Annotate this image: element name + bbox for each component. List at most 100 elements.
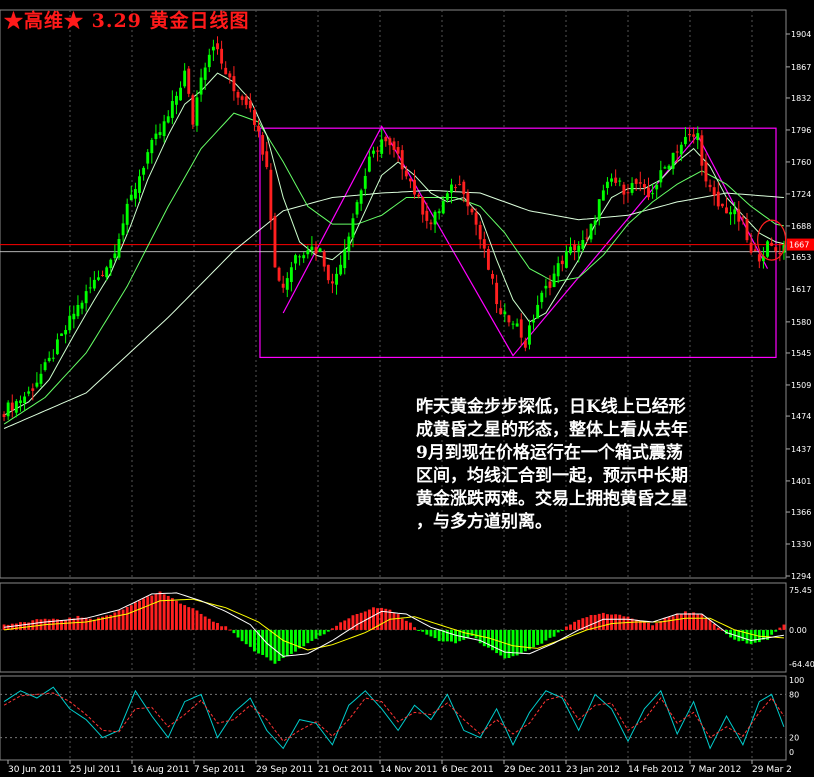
candle-bullish xyxy=(667,165,671,170)
macd-bar-positive xyxy=(700,614,704,630)
candle-bullish xyxy=(335,273,338,285)
macd-tick-label: 0.00 xyxy=(789,626,807,635)
candle-bearish xyxy=(753,249,757,252)
macd-bar-negative xyxy=(240,629,244,642)
candle-bearish xyxy=(712,187,716,196)
candle-bullish xyxy=(347,236,351,252)
candle-bearish xyxy=(548,281,552,288)
candle-bullish xyxy=(146,152,150,164)
macd-bar-positive xyxy=(191,608,195,630)
current-price-label: 1667 xyxy=(789,241,809,250)
candle-bearish xyxy=(429,222,433,225)
macd-bar-negative xyxy=(454,629,458,644)
candle-bearish xyxy=(10,402,14,411)
candle-bullish xyxy=(515,323,519,327)
candle-bullish xyxy=(88,287,92,289)
price-tick-label: 1330 xyxy=(791,540,811,549)
candle-bullish xyxy=(142,167,146,175)
price-tick-label: 1904 xyxy=(791,30,811,39)
macd-bar-positive xyxy=(179,603,182,630)
candle-bearish xyxy=(281,283,285,288)
candle-bearish xyxy=(322,251,326,267)
macd-bar-positive xyxy=(408,622,412,630)
candle-bullish xyxy=(60,333,63,336)
annotation-line: 黄金涨跌两难。交易上拥抱黄昏之星 xyxy=(416,489,688,509)
candle-bullish xyxy=(552,273,556,288)
x-tick-label: 25 Jul 2011 xyxy=(70,765,121,775)
macd-bar-negative xyxy=(281,629,285,658)
candle-bearish xyxy=(253,110,256,125)
candle-bullish xyxy=(766,241,769,257)
macd-bar-positive xyxy=(708,620,712,630)
candle-bullish xyxy=(536,304,540,319)
macd-bar-negative xyxy=(298,629,302,649)
candle-bearish xyxy=(507,315,511,323)
candle-bullish xyxy=(683,136,687,145)
candle-bearish xyxy=(585,237,589,239)
macd-bar-negative xyxy=(753,629,757,643)
annotation-line: 区间，均线汇合到一起，预示中长期 xyxy=(416,466,688,486)
candle-bullish xyxy=(84,291,88,304)
candle-bullish xyxy=(47,357,51,361)
macd-bar-positive xyxy=(712,623,716,630)
macd-bar-positive xyxy=(117,610,121,630)
annotation-text: 昨天黄金步步探低，日K线上已经形 成黄昏之星的形态，整体上看从去年 9月到现在价… xyxy=(416,396,788,534)
candle-bullish xyxy=(76,304,80,317)
candle-bullish xyxy=(659,170,663,183)
macd-bar-positive xyxy=(330,628,334,630)
macd-bar-positive xyxy=(121,609,125,630)
candle-bullish xyxy=(80,302,84,309)
macd-bar-negative xyxy=(536,629,540,645)
candle-bullish xyxy=(203,67,207,80)
candle-bullish xyxy=(133,189,137,199)
candle-bullish xyxy=(68,315,72,331)
macd-tick-label: -64.40 xyxy=(789,660,814,669)
candle-bullish xyxy=(35,382,39,387)
candle-bullish xyxy=(437,211,441,214)
macd-bar-positive xyxy=(183,605,187,630)
macd-bar-positive xyxy=(199,613,203,630)
macd-bar-positive xyxy=(372,607,375,630)
macd-bar-positive xyxy=(618,614,622,630)
candle-bearish xyxy=(466,192,470,207)
price-tick-label: 1867 xyxy=(791,63,811,72)
macd-bar-negative xyxy=(560,629,564,631)
candle-bearish xyxy=(708,184,712,188)
candle-bullish xyxy=(170,101,174,118)
candle-bullish xyxy=(355,202,359,215)
candle-bearish xyxy=(216,43,219,50)
candle-bearish xyxy=(482,239,486,249)
macd-bar-positive xyxy=(113,612,117,630)
macd-bar-positive xyxy=(92,619,96,630)
candle-bullish xyxy=(630,183,634,193)
macd-bar-negative xyxy=(318,629,322,636)
macd-bar-positive xyxy=(347,618,351,630)
macd-bar-negative xyxy=(306,629,310,644)
candle-bearish xyxy=(408,178,412,182)
macd-bar-positive xyxy=(150,595,154,630)
candle-bullish xyxy=(129,194,133,201)
candle-bearish xyxy=(458,184,462,186)
candle-bullish xyxy=(27,391,31,394)
macd-bar-positive xyxy=(170,598,174,630)
macd-bar-negative xyxy=(470,629,474,636)
candle-bullish xyxy=(618,180,622,182)
candle-bearish xyxy=(454,187,458,189)
macd-bar-negative xyxy=(248,629,252,647)
candle-bullish xyxy=(298,256,302,258)
macd-bar-negative xyxy=(244,629,248,645)
candle-bearish xyxy=(474,212,478,225)
candle-bearish xyxy=(688,133,691,136)
macd-bar-negative xyxy=(462,629,466,640)
macd-bar-positive xyxy=(220,626,224,630)
candle-bullish xyxy=(610,178,613,182)
chart-title: ★高维★ 3.29 黄金日线图 xyxy=(4,10,250,32)
candle-bullish xyxy=(97,277,100,280)
candle-bullish xyxy=(679,144,683,155)
macd-bar-positive xyxy=(162,594,166,630)
x-tick-label: 16 Aug 2011 xyxy=(132,765,190,775)
macd-bar-negative xyxy=(774,629,778,632)
x-tick-label: 7 Sep 2011 xyxy=(194,765,245,775)
candle-bearish xyxy=(2,414,6,417)
macd-bar-positive xyxy=(589,615,593,630)
